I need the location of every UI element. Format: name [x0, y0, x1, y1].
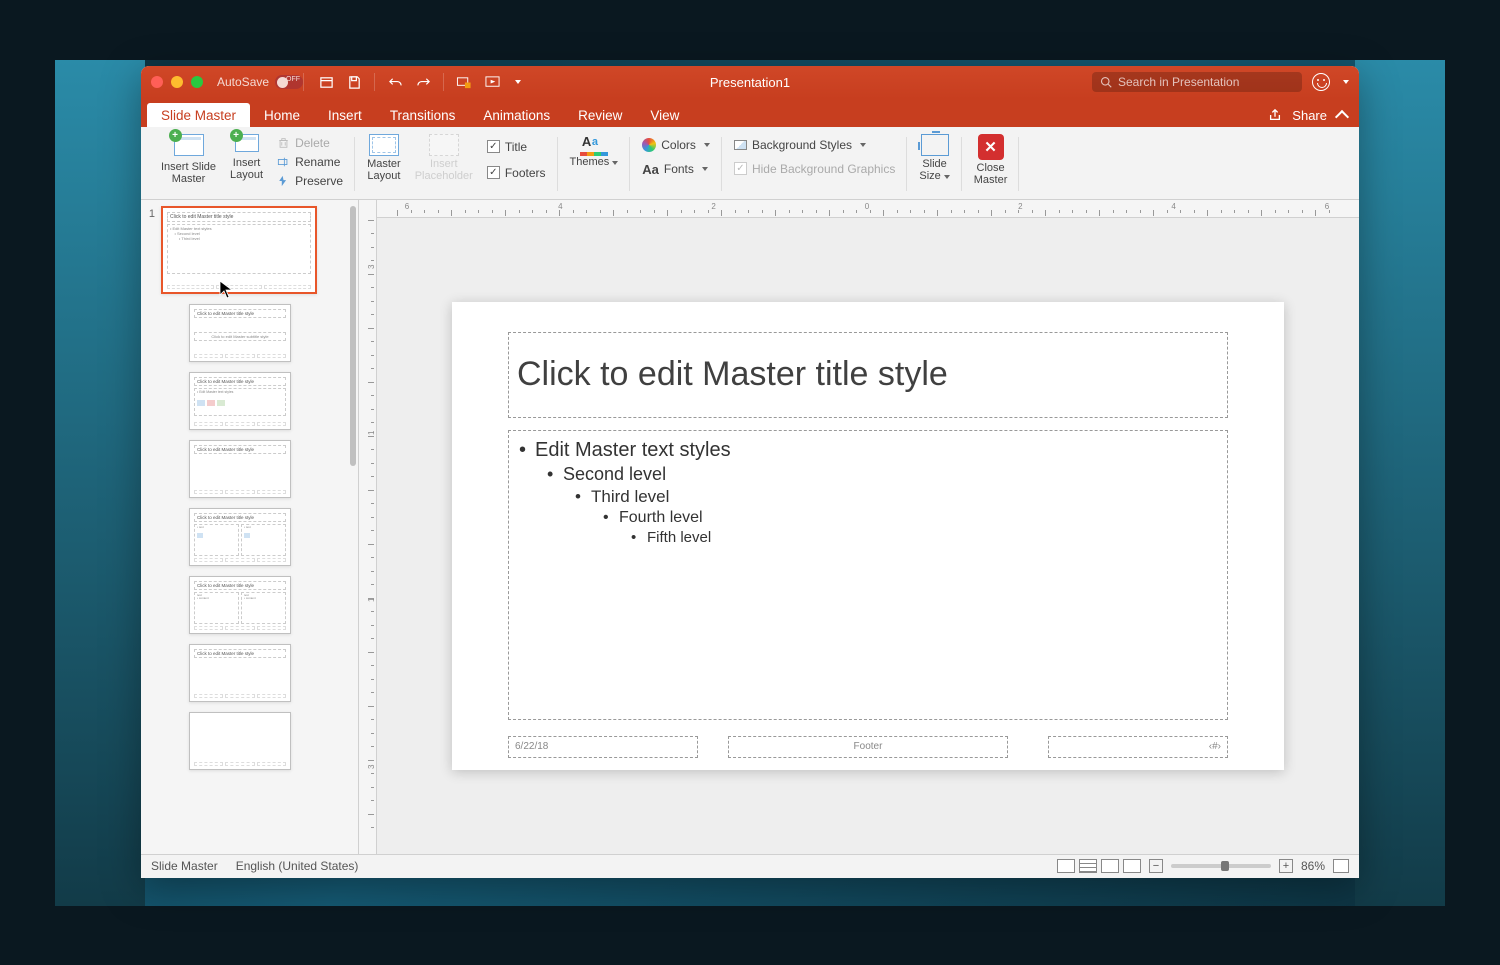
close-icon: ✕ — [978, 134, 1004, 160]
view-buttons — [1057, 859, 1141, 873]
layout-thumbnail[interactable]: Click to edit Master title styleClick to… — [145, 304, 350, 362]
maximize-window-button[interactable] — [191, 76, 203, 88]
footers-checkbox[interactable]: ✓Footers — [483, 164, 550, 182]
vertical-ruler: 3113 — [359, 200, 377, 854]
account-dropdown-icon[interactable] — [1343, 80, 1349, 84]
close-window-button[interactable] — [151, 76, 163, 88]
rename-icon — [277, 156, 290, 168]
window-controls — [151, 76, 203, 88]
search-icon — [1100, 76, 1112, 88]
feedback-icon[interactable] — [1312, 73, 1330, 91]
footer-placeholder[interactable]: Footer — [728, 736, 1008, 758]
zoom-in-button[interactable]: + — [1279, 859, 1293, 873]
body-placeholder[interactable]: Edit Master text styles Second level Thi… — [508, 430, 1228, 720]
home-icon[interactable] — [318, 74, 334, 90]
thumbnail-panel[interactable]: 1 Click to edit Master title style • Edi… — [141, 200, 359, 854]
date-placeholder[interactable]: 6/22/18 — [508, 736, 698, 758]
cursor-icon — [219, 280, 235, 300]
save-icon[interactable] — [346, 74, 362, 90]
layout-thumbnail[interactable]: Click to edit Master title styletext• co… — [145, 576, 350, 634]
delete-button: Delete — [273, 134, 347, 152]
share-icon — [1268, 108, 1282, 122]
slide-number-placeholder[interactable]: ‹#› — [1048, 736, 1228, 758]
background-icon — [734, 140, 747, 150]
colors-icon — [642, 138, 656, 152]
new-slide-icon[interactable] — [456, 74, 472, 90]
redo-icon[interactable] — [415, 74, 431, 90]
zoom-slider[interactable] — [1171, 864, 1271, 868]
toggle-icon: OFF — [275, 75, 303, 89]
preserve-icon — [277, 175, 290, 187]
slide-size-icon — [921, 134, 949, 156]
horizontal-ruler: 6420246 — [377, 200, 1359, 218]
tab-slide-master[interactable]: Slide Master — [147, 103, 250, 127]
tab-view[interactable]: View — [636, 103, 693, 127]
rename-button[interactable]: Rename — [273, 153, 347, 171]
tab-review[interactable]: Review — [564, 103, 636, 127]
app-window: AutoSave OFF Presentation1 Search in Pre — [141, 66, 1359, 878]
tab-insert[interactable]: Insert — [314, 103, 376, 127]
autosave-label: AutoSave — [217, 75, 269, 89]
layout-thumbnail[interactable]: Click to edit Master title style — [145, 644, 350, 702]
statusbar: Slide Master English (United States) − +… — [141, 854, 1359, 878]
title-checkbox[interactable]: ✓Title — [483, 138, 550, 156]
insert-slide-master-button[interactable]: + Insert Slide Master — [157, 132, 220, 187]
qat-more-icon[interactable] — [515, 80, 521, 84]
tab-animations[interactable]: Animations — [469, 103, 564, 127]
background-styles-button[interactable]: Background Styles — [730, 136, 899, 154]
master-layout-button[interactable]: Master Layout — [363, 132, 405, 184]
slide-size-button[interactable]: Slide Size — [915, 132, 953, 184]
minimize-window-button[interactable] — [171, 76, 183, 88]
normal-view-button[interactable] — [1057, 859, 1075, 873]
fit-to-window-button[interactable] — [1333, 859, 1349, 873]
undo-icon[interactable] — [387, 74, 403, 90]
ribbon: + Insert Slide Master + Insert Layout De… — [141, 127, 1359, 200]
sorter-view-button[interactable] — [1079, 859, 1097, 873]
layout-thumbnail[interactable] — [145, 712, 350, 770]
layout-thumbnail[interactable]: Click to edit Master title style — [145, 440, 350, 498]
view-status: Slide Master — [151, 859, 218, 873]
delete-icon — [277, 137, 290, 149]
language-status[interactable]: English (United States) — [236, 859, 359, 873]
zoom-level[interactable]: 86% — [1301, 859, 1325, 873]
share-button[interactable]: Share — [1292, 108, 1327, 123]
title-placeholder[interactable]: Click to edit Master title style — [508, 332, 1228, 418]
ribbon-tabs: Slide Master Home Insert Transitions Ani… — [141, 99, 1359, 127]
layout-thumbnail[interactable]: Click to edit Master title style• text• … — [145, 508, 350, 566]
quick-access-toolbar — [318, 73, 521, 91]
fonts-icon: Aa — [642, 162, 659, 177]
slide-canvas[interactable]: Click to edit Master title style Edit Ma… — [377, 218, 1359, 854]
slide[interactable]: Click to edit Master title style Edit Ma… — [452, 302, 1284, 770]
insert-layout-button[interactable]: + Insert Layout — [226, 132, 267, 183]
preserve-button[interactable]: Preserve — [273, 172, 347, 190]
autosave-toggle[interactable]: AutoSave OFF — [217, 75, 303, 89]
tab-home[interactable]: Home — [250, 103, 314, 127]
themes-button[interactable]: Aa Themes — [566, 132, 623, 170]
slideshow-button[interactable] — [1123, 859, 1141, 873]
layout-thumbnail[interactable]: Click to edit Master title style• Edit M… — [145, 372, 350, 430]
fonts-button[interactable]: AaFonts — [638, 160, 714, 179]
search-input[interactable]: Search in Presentation — [1092, 72, 1302, 92]
reading-view-button[interactable] — [1101, 859, 1119, 873]
zoom-out-button[interactable]: − — [1149, 859, 1163, 873]
close-master-button[interactable]: ✕ Close Master — [970, 132, 1012, 188]
screenshot-frame: AutoSave OFF Presentation1 Search in Pre — [55, 60, 1445, 906]
scrollbar-thumb[interactable] — [350, 206, 356, 466]
hide-background-checkbox: ✓Hide Background Graphics — [730, 160, 899, 178]
slide-editor: 3113 6420246 Click to edit Master title … — [359, 200, 1359, 854]
titlebar: AutoSave OFF Presentation1 Search in Pre — [141, 66, 1359, 99]
tab-transitions[interactable]: Transitions — [376, 103, 470, 127]
insert-placeholder-button: Insert Placeholder — [411, 132, 477, 184]
colors-button[interactable]: Colors — [638, 136, 714, 154]
collapse-ribbon-icon[interactable] — [1335, 110, 1349, 124]
play-icon[interactable] — [484, 74, 500, 90]
slide-master-thumbnail[interactable]: 1 Click to edit Master title style • Edi… — [145, 206, 350, 294]
workarea: 1 Click to edit Master title style • Edi… — [141, 200, 1359, 854]
